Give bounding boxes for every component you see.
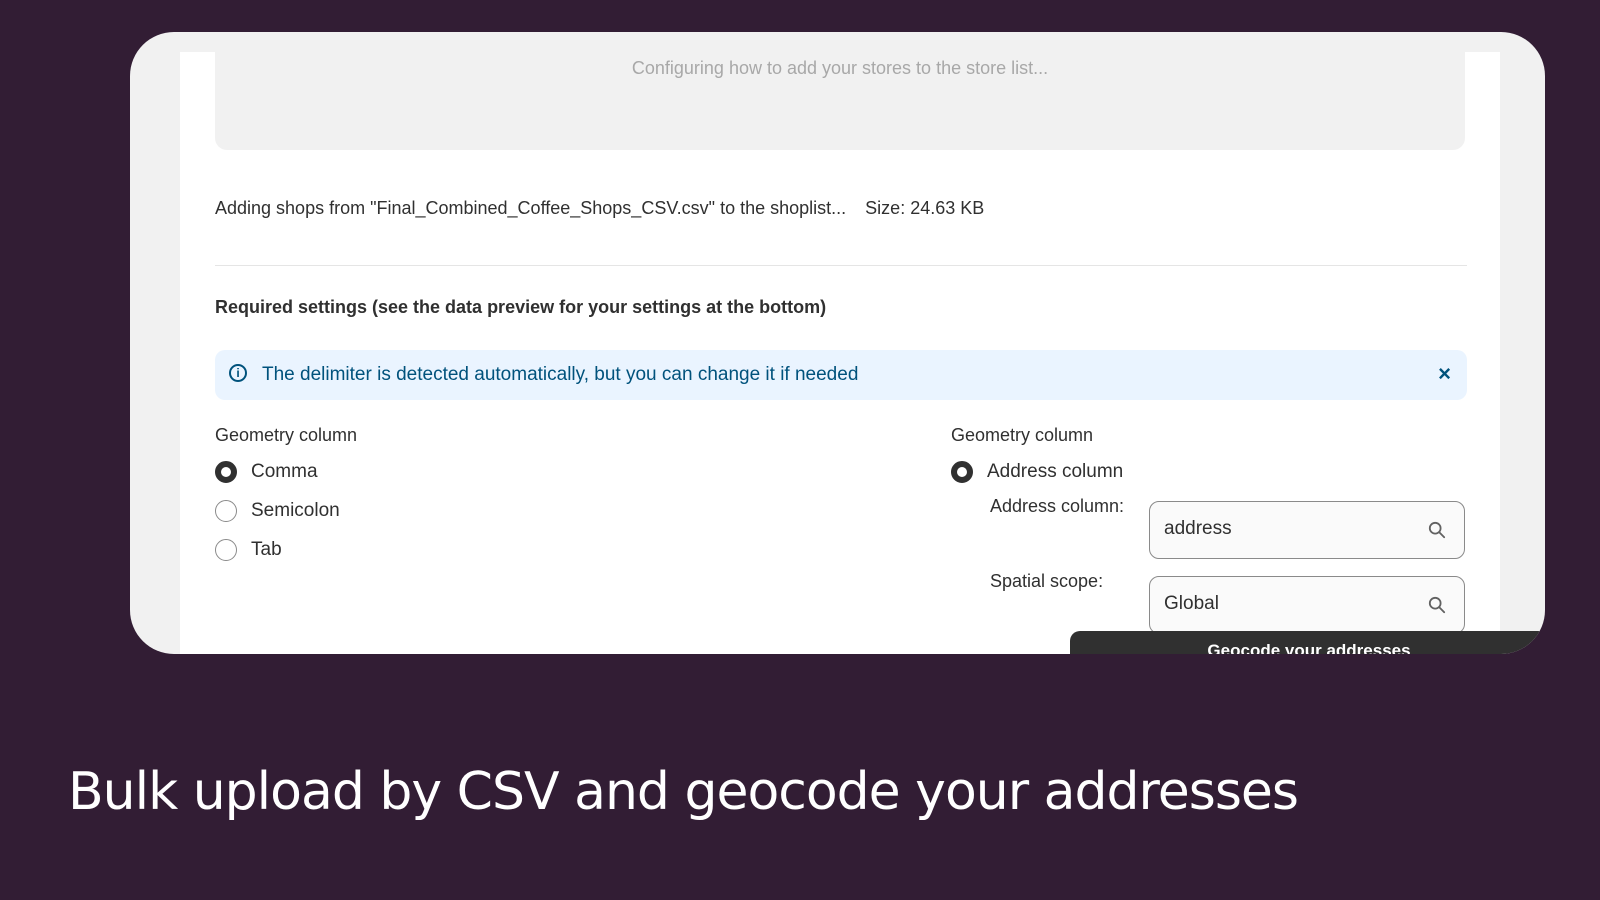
radio-tab-label: Tab [251, 539, 282, 560]
file-adding-text: Adding shops from "Final_Combined_Coffee… [215, 198, 847, 218]
search-icon [1428, 596, 1446, 614]
upload-panel: Configuring how to add your stores to th… [180, 52, 1500, 654]
close-icon[interactable]: × [1438, 361, 1451, 387]
address-column-field[interactable] [1149, 501, 1465, 559]
screenshot-frame: Configuring how to add your stores to th… [130, 32, 1545, 654]
radio-unchecked-icon[interactable] [215, 500, 237, 522]
radio-semicolon[interactable]: Semicolon [215, 500, 340, 522]
divider [215, 265, 1467, 266]
search-icon [1428, 521, 1446, 539]
radio-checked-icon[interactable] [215, 461, 237, 483]
spatial-scope-input[interactable] [1164, 593, 1404, 615]
spatial-scope-label: Spatial scope: [990, 571, 1104, 591]
caption: Bulk upload by CSV and geocode your addr… [68, 762, 1299, 822]
spatial-scope-field[interactable] [1149, 576, 1465, 634]
dropzone-status: Configuring how to add your stores to th… [631, 58, 1049, 78]
radio-comma-label: Comma [251, 461, 318, 482]
required-settings-title: Required settings (see the data preview … [215, 297, 827, 317]
address-column-input[interactable] [1164, 518, 1404, 540]
geocode-button[interactable]: Geocode your addresses [1070, 631, 1545, 654]
dropzone[interactable]: Configuring how to add your stores to th… [215, 52, 1465, 150]
geometry-label: Geometry column [951, 425, 1094, 445]
radio-unchecked-icon[interactable] [215, 539, 237, 561]
delimiter-label: Geometry column [215, 425, 358, 445]
radio-address-column[interactable]: Address column [951, 461, 1123, 483]
radio-address-label: Address column [987, 461, 1124, 482]
radio-semicolon-label: Semicolon [251, 500, 340, 521]
info-icon: i [229, 364, 247, 382]
radio-tab[interactable]: Tab [215, 539, 282, 561]
radio-checked-icon[interactable] [951, 461, 973, 483]
radio-comma[interactable]: Comma [215, 461, 318, 483]
address-column-label: Address column: [990, 496, 1125, 516]
file-size: Size: 24.63 KB [865, 198, 985, 218]
info-banner: i The delimiter is detected automaticall… [215, 350, 1467, 400]
banner-message: The delimiter is detected automatically,… [262, 364, 859, 385]
file-info: Adding shops from "Final_Combined_Coffee… [215, 198, 984, 219]
